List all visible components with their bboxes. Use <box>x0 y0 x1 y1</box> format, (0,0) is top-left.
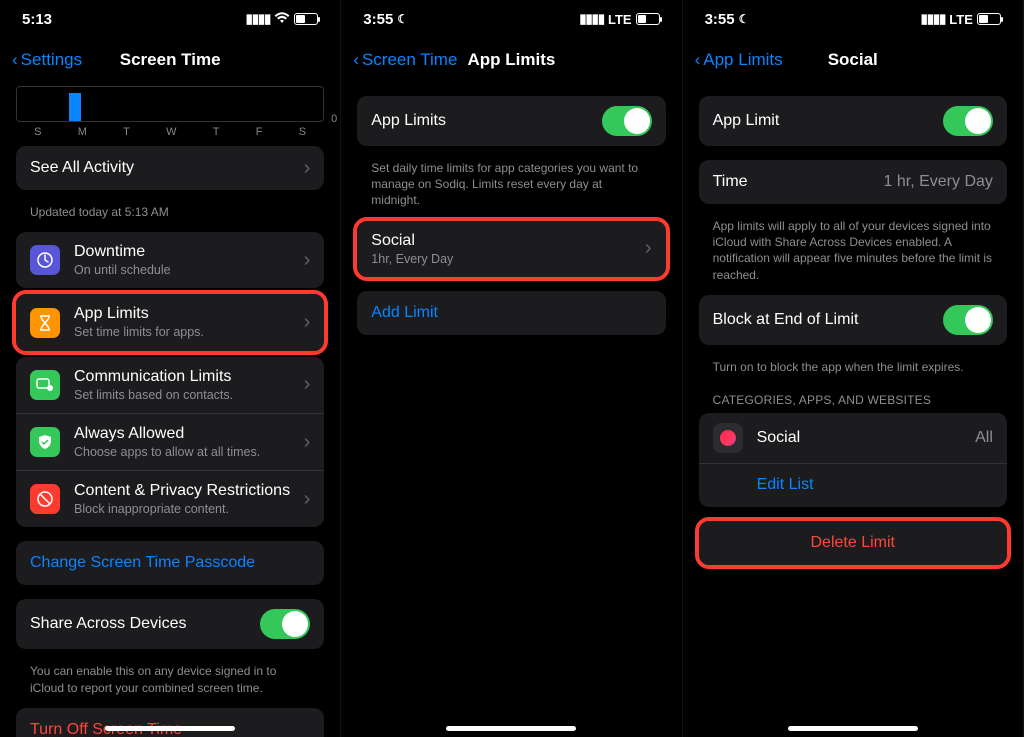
see-all-activity-row[interactable]: See All Activity › <box>16 146 324 190</box>
social-category-icon <box>713 423 743 453</box>
checkmark-shield-icon <box>30 427 60 457</box>
chevron-left-icon: ‹ <box>695 50 701 70</box>
chevron-left-icon: ‹ <box>353 50 359 70</box>
block-footnote: Turn on to block the app when the limit … <box>699 359 1007 387</box>
hourglass-icon <box>30 308 60 338</box>
signal-icon: ▮▮▮▮ <box>921 11 946 27</box>
back-label: Screen Time <box>362 50 457 70</box>
chart-zero-label: 0 <box>331 113 337 125</box>
content-privacy-row[interactable]: Content & Privacy Restrictions Block ina… <box>16 470 324 527</box>
chevron-right-icon: › <box>304 157 311 180</box>
block-end-toggle[interactable] <box>943 305 993 335</box>
moon-icon: ☾ <box>739 12 750 26</box>
app-limit-toggle-row[interactable]: App Limit <box>699 96 1007 146</box>
chevron-left-icon: ‹ <box>12 50 18 70</box>
phone-screen-3: 3:55 ☾ ▮▮▮▮ LTE ‹ App Limits Social App … <box>683 0 1024 737</box>
chevron-right-icon: › <box>304 431 311 454</box>
status-bar: 3:55 ☾ ▮▮▮▮ LTE <box>341 0 681 38</box>
wifi-icon <box>274 12 290 27</box>
share-devices-toggle[interactable] <box>260 609 310 639</box>
back-label: Settings <box>21 50 82 70</box>
edit-list-label: Edit List <box>757 476 814 494</box>
app-limits-toggle-row[interactable]: App Limits <box>357 96 665 146</box>
edit-list-button[interactable]: Edit List <box>699 463 1007 507</box>
status-time: 3:55 <box>705 11 735 28</box>
downtime-icon <box>30 245 60 275</box>
updated-footnote: Updated today at 5:13 AM <box>16 204 324 232</box>
nav-bar: ‹ Settings Screen Time <box>0 38 340 82</box>
back-button[interactable]: ‹ Settings <box>12 50 82 70</box>
change-passcode-label: Change Screen Time Passcode <box>30 554 255 572</box>
always-allowed-row[interactable]: Always Allowed Choose apps to allow at a… <box>16 413 324 470</box>
share-footnote: You can enable this on any device signed… <box>16 663 324 707</box>
time-row[interactable]: Time 1 hr, Every Day <box>699 160 1007 204</box>
social-category-row[interactable]: Social All <box>699 413 1007 463</box>
social-value: All <box>975 429 993 447</box>
chevron-right-icon: › <box>304 311 311 334</box>
app-limits-toggle[interactable] <box>602 106 652 136</box>
communication-icon <box>30 370 60 400</box>
phone-screen-2: 3:55 ☾ ▮▮▮▮ LTE ‹ Screen Time App Limits… <box>341 0 682 737</box>
chart-days: S M T W T F S <box>16 126 324 138</box>
share-across-devices-row[interactable]: Share Across Devices <box>16 599 324 649</box>
downtime-row[interactable]: Downtime On until schedule › <box>16 232 324 288</box>
status-bar: 5:13 ▮▮▮▮ <box>0 0 340 38</box>
change-passcode-button[interactable]: Change Screen Time Passcode <box>16 541 324 585</box>
battery-icon <box>294 13 318 25</box>
home-indicator[interactable] <box>788 726 918 731</box>
battery-icon <box>977 13 1001 25</box>
time-value: 1 hr, Every Day <box>884 173 993 191</box>
usage-chart: 0 <box>16 86 324 122</box>
nav-bar: ‹ Screen Time App Limits <box>341 38 681 82</box>
time-footnote: App limits will apply to all of your dev… <box>699 218 1007 295</box>
nav-bar: ‹ App Limits Social <box>683 38 1023 82</box>
no-entry-icon <box>30 484 60 514</box>
signal-icon: ▮▮▮▮ <box>579 11 604 27</box>
back-button[interactable]: ‹ Screen Time <box>353 50 457 70</box>
block-end-limit-row[interactable]: Block at End of Limit <box>699 295 1007 345</box>
communication-limits-row[interactable]: Communication Limits Set limits based on… <box>16 357 324 413</box>
chevron-right-icon: › <box>304 488 311 511</box>
status-time: 5:13 <box>22 11 52 28</box>
delete-limit-label: Delete Limit <box>811 534 895 552</box>
signal-icon: ▮▮▮▮ <box>246 11 271 27</box>
app-limits-row[interactable]: App Limits Set time limits for apps. › <box>16 294 324 350</box>
categories-header: CATEGORIES, APPS, AND WEBSITES <box>699 387 1007 413</box>
see-all-label: See All Activity <box>30 158 298 178</box>
chart-bar-monday <box>69 93 81 121</box>
chevron-right-icon: › <box>304 249 311 272</box>
app-limit-toggle[interactable] <box>943 106 993 136</box>
social-limit-row[interactable]: Social 1hr, Every Day › <box>357 221 665 277</box>
battery-icon <box>636 13 660 25</box>
back-button[interactable]: ‹ App Limits <box>695 50 783 70</box>
moon-icon: ☾ <box>397 12 408 26</box>
status-time: 3:55 <box>363 11 393 28</box>
home-indicator[interactable] <box>105 726 235 731</box>
lte-label: LTE <box>949 12 973 27</box>
add-limit-label: Add Limit <box>371 304 438 322</box>
turn-off-screentime-button[interactable]: Turn Off Screen Time <box>16 708 324 737</box>
home-indicator[interactable] <box>446 726 576 731</box>
app-limits-footnote: Set daily time limits for app categories… <box>357 160 665 221</box>
delete-limit-button[interactable]: Delete Limit <box>699 521 1007 565</box>
add-limit-button[interactable]: Add Limit <box>357 291 665 335</box>
phone-screen-1: 5:13 ▮▮▮▮ ‹ Settings Screen Time 0 S M T… <box>0 0 341 737</box>
back-label: App Limits <box>703 50 782 70</box>
status-bar: 3:55 ☾ ▮▮▮▮ LTE <box>683 0 1023 38</box>
chevron-right-icon: › <box>645 237 652 260</box>
chevron-right-icon: › <box>304 373 311 396</box>
lte-label: LTE <box>608 12 632 27</box>
